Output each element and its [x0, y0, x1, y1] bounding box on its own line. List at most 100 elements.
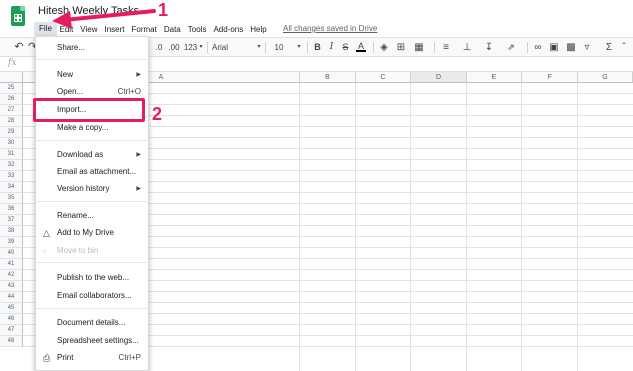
column-header-e[interactable]: E: [467, 72, 522, 83]
menu-divider: [36, 140, 150, 141]
menu-view[interactable]: View: [77, 25, 101, 34]
toolbar-divider: [307, 42, 308, 53]
drive-icon: △: [43, 228, 50, 238]
chevron-down-icon[interactable]: ▾: [198, 40, 204, 55]
menu-item-version-history[interactable]: Version history ▶: [36, 182, 150, 196]
row-header-33[interactable]: 33: [0, 171, 23, 182]
strikethrough-button[interactable]: S: [341, 40, 350, 55]
vertical-align-icon[interactable]: ⊥: [462, 40, 472, 55]
decrease-decimal-button[interactable]: .0: [152, 40, 166, 55]
row-header-44[interactable]: 44: [0, 292, 23, 303]
undo-icon[interactable]: ↶: [12, 40, 26, 55]
menu-add-ons[interactable]: Add-ons: [210, 25, 247, 34]
fill-color-icon[interactable]: ◈: [379, 40, 389, 55]
file-menu-dropdown: Share... New ▶ Open... Ctrl+O Import... Ma…: [35, 36, 150, 371]
menu-item-email-attachment[interactable]: Email as attachment...: [36, 165, 150, 179]
chevron-down-icon[interactable]: ▾: [296, 40, 302, 55]
row-header-31[interactable]: 31: [0, 149, 23, 160]
menu-item-email-collaborators[interactable]: Email collaborators...: [36, 289, 150, 303]
chevron-right-icon: ▶: [136, 186, 141, 192]
row-header-25[interactable]: 25: [0, 83, 23, 94]
select-all-corner[interactable]: [0, 72, 23, 83]
row-header-37[interactable]: 37: [0, 215, 23, 226]
menu-item-share[interactable]: Share...: [36, 41, 150, 55]
import-highlight-box: [33, 98, 145, 122]
menu-divider: [36, 308, 150, 309]
row-header-36[interactable]: 36: [0, 204, 23, 215]
fx-icon: fx: [8, 58, 17, 68]
menu-edit[interactable]: Edit: [56, 25, 77, 34]
row-header-28[interactable]: 28: [0, 116, 23, 127]
google-sheets-window: Hitesh Weekly Tasks File Edit View Inser…: [0, 0, 633, 371]
chevron-down-icon[interactable]: ▾: [256, 40, 262, 55]
menu-help[interactable]: Help: [247, 25, 270, 34]
font-select[interactable]: Arial: [212, 40, 228, 55]
sheets-logo-icon[interactable]: [11, 6, 25, 26]
menu-data[interactable]: Data: [160, 25, 184, 34]
row-header-47[interactable]: 47: [0, 325, 23, 336]
row-header-26[interactable]: 26: [0, 94, 23, 105]
menu-item-print[interactable]: ⎙ Print Ctrl+P: [36, 351, 150, 365]
filter-icon[interactable]: ▿: [582, 40, 592, 55]
font-size-select[interactable]: 10: [274, 40, 284, 55]
menu-divider: [36, 262, 150, 263]
insert-chart-icon[interactable]: ▩: [566, 40, 576, 55]
menu-insert[interactable]: Insert: [101, 25, 128, 34]
row-header-34[interactable]: 34: [0, 182, 23, 193]
column-header-c[interactable]: C: [356, 72, 411, 83]
borders-icon[interactable]: ⊞: [396, 40, 406, 55]
row-header-42[interactable]: 42: [0, 270, 23, 281]
menu-divider: [36, 201, 150, 202]
document-title[interactable]: Hitesh Weekly Tasks: [38, 5, 139, 17]
row-header-41[interactable]: 41: [0, 259, 23, 270]
column-header-b[interactable]: B: [300, 72, 356, 83]
toolbar-divider: [434, 42, 435, 53]
row-header-38[interactable]: 38: [0, 226, 23, 237]
more-formats-button[interactable]: 123: [183, 40, 198, 55]
menu-file[interactable]: File: [34, 22, 57, 36]
menu-item-open[interactable]: Open... Ctrl+O: [36, 85, 150, 99]
menu-item-new[interactable]: New ▶: [36, 68, 150, 82]
merge-cells-icon[interactable]: ▦: [414, 40, 424, 55]
menu-item-spreadsheet-settings[interactable]: Spreadsheet settings...: [36, 334, 150, 348]
chevron-right-icon: ▶: [136, 72, 141, 78]
menu-item-download-as[interactable]: Download as ▶: [36, 148, 150, 162]
italic-button[interactable]: I: [327, 40, 336, 55]
menu-item-make-copy[interactable]: Make a copy...: [36, 121, 150, 135]
functions-icon[interactable]: Σ: [604, 40, 614, 55]
menu-item-document-details[interactable]: Document details...: [36, 316, 150, 330]
row-header-35[interactable]: 35: [0, 193, 23, 204]
text-color-button[interactable]: A: [356, 40, 366, 52]
toolbar-divider: [265, 42, 266, 53]
column-header-g[interactable]: G: [578, 72, 633, 83]
insert-comment-icon[interactable]: ▣: [549, 40, 559, 55]
horizontal-align-icon[interactable]: ≡: [441, 40, 451, 55]
bold-button[interactable]: B: [313, 40, 322, 55]
increase-decimal-button[interactable]: .00: [166, 40, 182, 55]
menu-tools[interactable]: Tools: [184, 25, 210, 34]
trash-icon: ▫: [43, 246, 47, 256]
collapse-toolbar-icon[interactable]: ˆ: [619, 40, 629, 55]
toolbar-divider: [527, 42, 528, 53]
menu-format[interactable]: Format: [128, 25, 160, 34]
save-status-link[interactable]: All changes saved in Drive: [283, 24, 377, 33]
row-header-27[interactable]: 27: [0, 105, 23, 116]
insert-link-icon[interactable]: ∞: [533, 40, 543, 55]
menu-item-publish[interactable]: Publish to the web...: [36, 271, 150, 285]
text-wrap-icon[interactable]: ↧: [484, 40, 494, 55]
row-header-39[interactable]: 39: [0, 237, 23, 248]
row-header-45[interactable]: 45: [0, 303, 23, 314]
menu-item-rename[interactable]: Rename...: [36, 209, 150, 223]
column-header-f[interactable]: F: [522, 72, 578, 83]
column-header-d[interactable]: D: [411, 72, 467, 83]
menu-item-move-to-bin[interactable]: ▫ Move to bin: [36, 244, 150, 258]
row-header-43[interactable]: 43: [0, 281, 23, 292]
row-header-48[interactable]: 48: [0, 336, 23, 347]
menu-item-add-to-drive[interactable]: △ Add to My Drive: [36, 226, 150, 240]
row-header-40[interactable]: 40: [0, 248, 23, 259]
text-rotation-icon[interactable]: ⇗: [506, 40, 516, 55]
row-header-29[interactable]: 29: [0, 127, 23, 138]
row-header-46[interactable]: 46: [0, 314, 23, 325]
row-header-32[interactable]: 32: [0, 160, 23, 171]
row-header-30[interactable]: 30: [0, 138, 23, 149]
